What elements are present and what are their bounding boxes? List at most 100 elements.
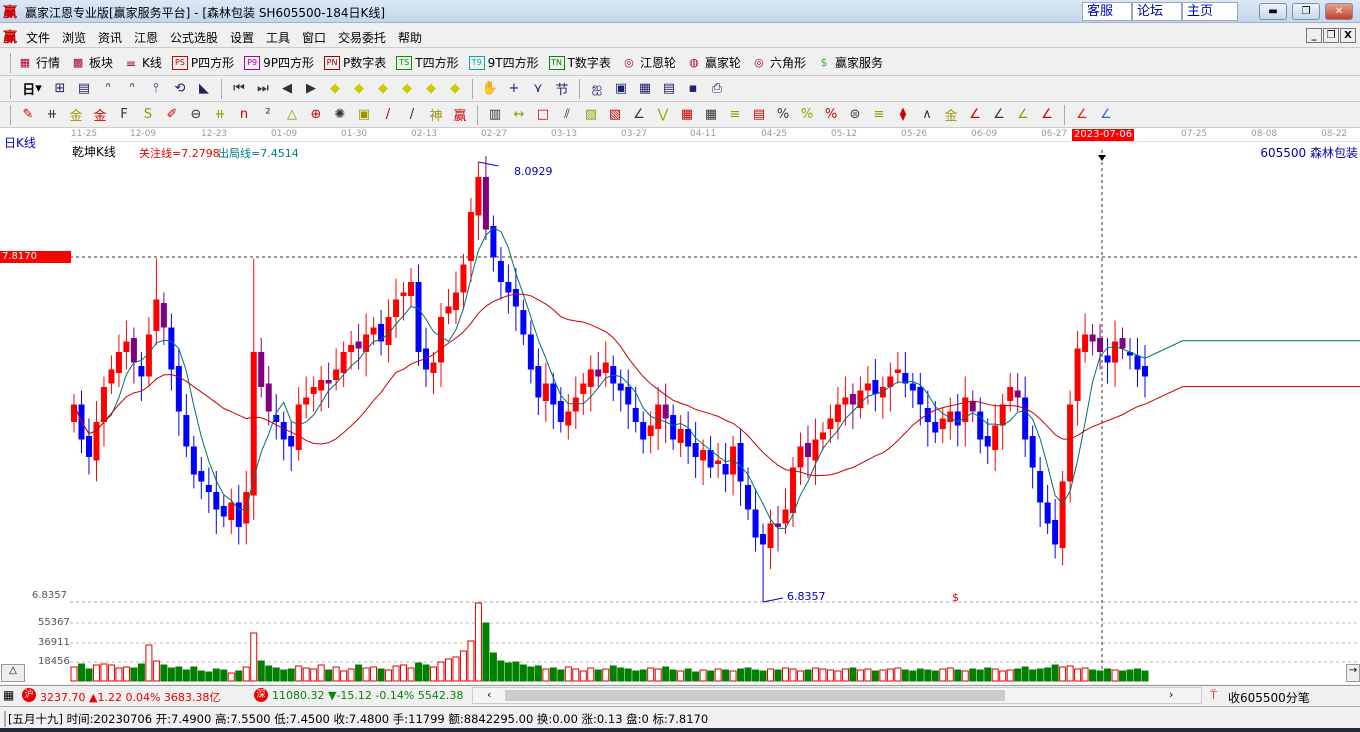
toolbar-button-gann-wheel[interactable]: ◎ 江恩轮 — [621, 54, 676, 71]
toolbar-button-quote-table[interactable]: ▦ 行情 — [17, 54, 60, 71]
shen-angle-icon[interactable]: ∠ — [988, 105, 1010, 125]
crosshair-icon[interactable]: + — [503, 79, 525, 99]
first-icon[interactable]: ⏮ — [228, 79, 250, 99]
toolbar-button-pn[interactable]: PN P数字表 — [324, 54, 386, 71]
toolbar-button-dollar[interactable]: $ 赢家服务 — [816, 54, 883, 71]
grid-icon[interactable]: 神 — [425, 105, 447, 125]
cube-icon[interactable]: □ — [532, 105, 554, 125]
calculator-icon[interactable]: ▦ — [634, 79, 656, 99]
range-icon[interactable]: 赢 — [449, 105, 471, 125]
candle-type-icon[interactable]: ⫯ — [145, 79, 167, 99]
customer-service-link[interactable]: 客服 — [1082, 2, 1132, 21]
calc-icon[interactable]: ஐ — [586, 79, 608, 99]
left-icon[interactable]: ◆ — [324, 79, 346, 99]
fib-icon[interactable]: F — [113, 105, 135, 125]
circle-icon[interactable]: ⊖ — [185, 105, 207, 125]
shrink-v-icon[interactable]: ◆ — [444, 79, 466, 99]
infinity-icon[interactable]: ∠ — [1095, 105, 1117, 125]
triangle-icon[interactable]: ² — [257, 105, 279, 125]
toolbar-button-kline[interactable]: 𝍢 K线 — [123, 54, 162, 71]
menu-window[interactable]: 窗口 — [302, 29, 326, 46]
percent-icon[interactable]: ▤ — [748, 105, 770, 125]
menu-trade[interactable]: 交易委托 — [338, 29, 386, 46]
toolbar-button-hexagon[interactable]: ◎ 六角形 — [751, 54, 806, 71]
menu-settings[interactable]: 设置 — [230, 29, 254, 46]
lines-icon[interactable]: ⧺ — [41, 105, 63, 125]
pct-lines-icon[interactable]: % — [772, 105, 794, 125]
list-icon[interactable]: ▤ — [73, 79, 95, 99]
j-angle-icon[interactable]: ∧ — [916, 105, 938, 125]
forum-link[interactable]: 论坛 — [1132, 2, 1182, 21]
ying-angle-icon[interactable]: ∠ — [1012, 105, 1034, 125]
pct2-icon[interactable]: ≡ — [724, 105, 746, 125]
gold-coin-icon[interactable]: % — [796, 105, 818, 125]
grid3-icon[interactable]: ⋁ — [652, 105, 674, 125]
parallel-icon[interactable]: ⧺ — [209, 105, 231, 125]
print-icon[interactable]: ⎙ — [706, 79, 728, 99]
square-icon[interactable]: ✺ — [329, 105, 351, 125]
ma9-icon[interactable]: ᐢ — [121, 79, 143, 99]
chart-canvas[interactable] — [0, 128, 1360, 684]
menu-help[interactable]: 帮助 — [398, 29, 422, 46]
scroll-right-button[interactable]: → — [1346, 664, 1360, 682]
gold-angle-icon[interactable]: ∠ — [964, 105, 986, 125]
target-icon[interactable]: △ — [281, 105, 303, 125]
box-icon[interactable]: ▥ — [484, 105, 506, 125]
ying-icon[interactable]: / — [401, 105, 423, 125]
menu-tools[interactable]: 工具 — [266, 29, 290, 46]
pen2-icon[interactable]: ⊜ — [844, 105, 866, 125]
fan-icon[interactable]: ↔ — [508, 105, 530, 125]
ma3-icon[interactable]: ᐢ — [97, 79, 119, 99]
hand-icon[interactable]: ✋ — [479, 79, 501, 99]
menu-formula[interactable]: 公式选股 — [170, 29, 218, 46]
kline-chart[interactable] — [0, 128, 1360, 684]
menu-browse[interactable]: 浏览 — [62, 29, 86, 46]
gold-line2-icon[interactable]: 金 — [89, 105, 111, 125]
gold-lines-icon[interactable]: % — [820, 105, 842, 125]
minimize-button[interactable]: ▬ — [1259, 3, 1287, 20]
scroll-right-arrow[interactable]: › — [1169, 688, 1173, 701]
expand-panel-button[interactable]: △ — [1, 664, 25, 682]
web-icon[interactable]: ⊕ — [305, 105, 327, 125]
restore-button[interactable]: ❐ — [1292, 3, 1320, 20]
slant-icon[interactable]: ▦ — [676, 105, 698, 125]
restore-icon[interactable]: ⟲ — [169, 79, 191, 99]
four-angle-icon[interactable]: ∠ — [1036, 105, 1058, 125]
toolbar-button-winner-wheel[interactable]: ◍ 赢家轮 — [686, 54, 741, 71]
menu-news[interactable]: 资讯 — [98, 29, 122, 46]
menu-file[interactable]: 文件 — [26, 29, 50, 46]
mdi-restore-button[interactable]: ❐ — [1323, 28, 1339, 43]
next-icon[interactable]: ▶ — [300, 79, 322, 99]
f-angle-icon[interactable]: 金 — [940, 105, 962, 125]
wave-icon[interactable]: ≡ — [868, 105, 890, 125]
gold-box-icon[interactable]: ⧫ — [892, 105, 914, 125]
scroll-left-arrow[interactable]: ‹ — [487, 688, 491, 701]
period-select[interactable]: 日 ▾ — [17, 79, 47, 99]
gold-line-icon[interactable]: 金 — [65, 105, 87, 125]
volume-profile-icon[interactable]: ◣ — [193, 79, 215, 99]
toolbar-button-ps[interactable]: PS P四方形 — [171, 54, 234, 71]
grid2-icon[interactable]: ∠ — [628, 105, 650, 125]
last-icon[interactable]: ⏭ — [252, 79, 274, 99]
shen-icon[interactable]: / — [377, 105, 399, 125]
notes-icon[interactable]: ▤ — [658, 79, 680, 99]
pen-icon[interactable]: ✎ — [17, 105, 39, 125]
home-link[interactable]: 主页 — [1182, 2, 1238, 21]
toolbar-button-sector[interactable]: ▩ 板块 — [70, 54, 113, 71]
calculator-icon[interactable]: ▦ — [3, 688, 14, 702]
mdi-close-button[interactable]: X — [1340, 28, 1356, 43]
prev-icon[interactable]: ◀ — [276, 79, 298, 99]
tick-detail-label[interactable]: 收605500分笔 — [1228, 689, 1310, 706]
expand-v-icon[interactable]: ◆ — [420, 79, 442, 99]
line-tool-icon[interactable]: ⋎ — [527, 79, 549, 99]
toolbar-button-tn[interactable]: TN T数字表 — [548, 54, 611, 71]
angle-icon[interactable]: ▨ — [580, 105, 602, 125]
save-icon[interactable]: ▪ — [682, 79, 704, 99]
bars-icon[interactable]: ▦ — [700, 105, 722, 125]
n2-icon[interactable]: n — [233, 105, 255, 125]
taiji-icon[interactable]: ∠ — [1071, 105, 1093, 125]
fan-lines-icon[interactable]: ▣ — [353, 105, 375, 125]
horizontal-scrollbar[interactable]: ‹ › — [472, 687, 1202, 704]
close-button[interactable]: ✕ — [1325, 3, 1353, 20]
toolbar-button-t9[interactable]: T9 9T四方形 — [468, 54, 539, 71]
